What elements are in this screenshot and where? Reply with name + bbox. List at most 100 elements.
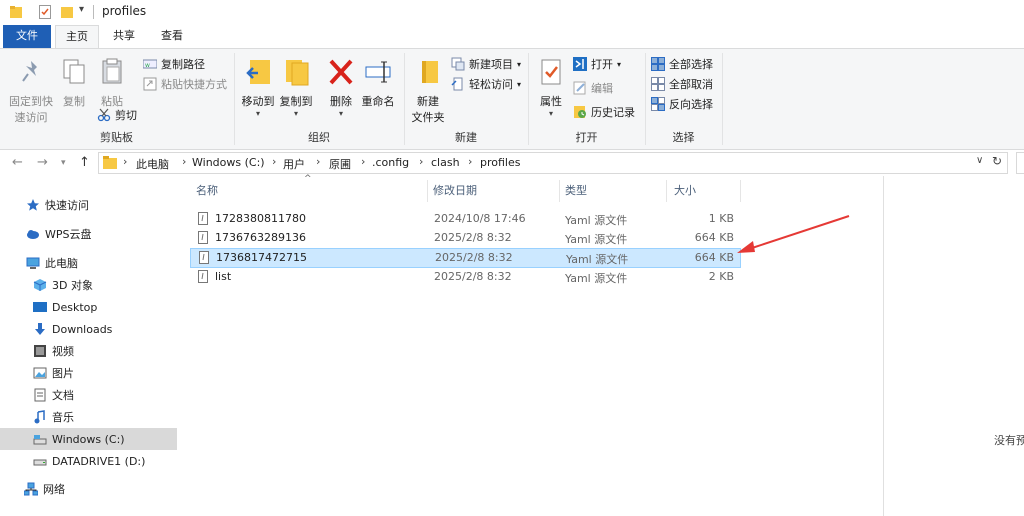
sidebar-item-windows-c[interactable]: Windows (C:) [0, 428, 177, 450]
copy-to-button[interactable]: 复制到 ▾ [278, 57, 314, 118]
select-all-icon [651, 57, 665, 71]
refresh-icon[interactable]: ↻ [992, 154, 1002, 168]
tab-share[interactable]: 共享 [103, 25, 145, 48]
open-group: 属性 ▾ 打开 ▾ 编辑 历史记录 打开 [529, 49, 644, 149]
sidebar-item-desktop[interactable]: Desktop [0, 296, 177, 318]
sidebar-item-this-pc[interactable]: 此电脑 [0, 252, 177, 274]
column-divider[interactable] [740, 180, 741, 202]
sidebar-item-quick-access[interactable]: 快速访问 [0, 194, 177, 216]
file-name: 1728380811780 [215, 212, 306, 225]
new-group-label: 新建 [455, 131, 477, 144]
address-bar[interactable]: › 此电脑 › Windows (C:) › 用户 › 原圃 › .config… [98, 152, 1008, 174]
window-title: profiles [102, 4, 147, 18]
history-icon [574, 106, 586, 118]
new-item-button[interactable]: 新建项目 ▾ [451, 55, 521, 73]
sidebar-item-downloads[interactable]: Downloads [0, 318, 177, 340]
breadcrumb-profiles[interactable]: profiles [480, 156, 520, 169]
select-none-icon [651, 77, 665, 91]
column-divider[interactable] [666, 180, 667, 202]
breadcrumb-windows-c[interactable]: Windows (C:) [192, 156, 265, 169]
history-button[interactable]: 历史记录 [573, 103, 635, 121]
breadcrumb-separator-icon[interactable]: › [182, 155, 186, 168]
new-group: 新建 文件夹 新建项目 ▾ 轻松访问 ▾ 新建 [405, 49, 527, 149]
tab-home[interactable]: 主页 [55, 25, 99, 49]
new-folder-button[interactable]: 新建 文件夹 [408, 57, 448, 125]
copy-button[interactable]: 复制 [60, 57, 88, 109]
easy-access-button[interactable]: 轻松访问 ▾ [451, 75, 521, 93]
file-type: Yaml 源文件 [565, 214, 628, 227]
breadcrumb-config[interactable]: .config [372, 156, 409, 169]
move-to-button[interactable]: 移动到 ▾ [240, 57, 276, 118]
new-folder-icon[interactable] [61, 5, 73, 19]
recent-dropdown-icon[interactable]: ▾ [61, 158, 66, 168]
file-icon [198, 270, 208, 283]
select-none-button[interactable]: 全部取消 [651, 75, 713, 93]
file-size: 664 KB [694, 231, 734, 244]
cut-button[interactable]: 剪切 [97, 106, 137, 124]
paste-button[interactable]: 粘贴 [96, 57, 128, 109]
back-arrow-icon[interactable]: ← [12, 155, 23, 170]
rename-button[interactable]: 重命名 [359, 57, 397, 109]
paste-shortcut-button[interactable]: 粘贴快捷方式 [143, 75, 227, 93]
file-date: 2025/2/8 8:32 [435, 251, 513, 264]
easy-access-icon [451, 77, 463, 91]
new-item-icon [451, 57, 465, 71]
column-header-date[interactable]: 修改日期 [433, 182, 477, 198]
properties-button[interactable]: 属性 ▾ [534, 57, 568, 118]
breadcrumb-separator-icon[interactable]: › [361, 155, 365, 168]
open-button[interactable]: 打开 ▾ [573, 55, 621, 73]
forward-arrow-icon[interactable]: → [37, 155, 48, 170]
quick-access-dropdown-icon[interactable]: ▾ [79, 4, 84, 15]
column-header-type[interactable]: 类型 [565, 182, 587, 198]
file-icon [198, 212, 208, 225]
file-row-selected[interactable]: 1736817472715 2025/2/8 8:32 Yaml 源文件 664… [190, 248, 741, 268]
column-header-name[interactable]: 名称 [196, 182, 218, 198]
network-icon [24, 482, 38, 496]
sidebar-item-documents[interactable]: 文档 [0, 384, 177, 406]
clipboard-icon [102, 58, 122, 84]
sidebar-item-videos[interactable]: 视频 [0, 340, 177, 362]
invert-selection-button[interactable]: 反向选择 [651, 95, 713, 113]
delete-button[interactable]: 删除 ▾ [326, 57, 356, 118]
column-divider[interactable] [427, 180, 428, 202]
breadcrumb-separator-icon[interactable]: › [468, 155, 472, 168]
properties-check-icon[interactable] [39, 5, 51, 19]
breadcrumb-separator-icon[interactable]: › [316, 155, 320, 168]
folder-icon [103, 156, 117, 169]
scissors-icon [97, 108, 111, 122]
pin-quick-access-button[interactable]: 固定到快 速访问 [6, 57, 56, 125]
select-all-button[interactable]: 全部选择 [651, 55, 713, 73]
organize-group-label: 组织 [308, 131, 330, 144]
breadcrumb-separator-icon[interactable]: › [419, 155, 423, 168]
svg-text:w: w [145, 62, 150, 69]
sidebar-item-wps-cloud[interactable]: WPS云盘 [0, 223, 177, 245]
file-row[interactable]: list 2025/2/8 8:32 Yaml 源文件 2 KB [191, 267, 741, 286]
breadcrumb-clash[interactable]: clash [431, 156, 460, 169]
breadcrumb-separator-icon[interactable]: › [123, 155, 127, 168]
title-bar: ▾ profiles [0, 0, 1024, 24]
breadcrumb-this-pc[interactable]: 此电脑 [136, 156, 169, 172]
copy-path-button[interactable]: w 复制路径 [143, 55, 205, 73]
tab-view[interactable]: 查看 [151, 25, 193, 48]
breadcrumb-separator-icon[interactable]: › [272, 155, 276, 168]
up-arrow-icon[interactable]: ↑ [79, 155, 90, 170]
file-row[interactable]: 1736763289136 2025/2/8 8:32 Yaml 源文件 664… [191, 228, 741, 247]
search-input[interactable] [1016, 152, 1024, 174]
tab-file[interactable]: 文件 [3, 25, 51, 48]
cube-icon [33, 279, 47, 291]
column-header-size[interactable]: 大小 [674, 182, 696, 198]
file-type: Yaml 源文件 [566, 253, 629, 266]
sidebar-item-network[interactable]: 网络 [0, 478, 177, 500]
sidebar-item-music[interactable]: 音乐 [0, 406, 177, 428]
edit-button[interactable]: 编辑 [573, 79, 613, 97]
column-divider[interactable] [559, 180, 560, 202]
sidebar-item-datadrive-d[interactable]: DATADRIVE1 (D:) [0, 450, 177, 472]
sidebar-item-3d-objects[interactable]: 3D 对象 [0, 274, 177, 296]
file-row[interactable]: 1728380811780 2024/10/8 17:46 Yaml 源文件 1… [191, 209, 741, 228]
breadcrumb-users[interactable]: 用户 [283, 156, 305, 172]
new-folder-icon [422, 61, 438, 83]
ribbon-tabs: 文件 主页 共享 查看 [0, 25, 1024, 49]
address-dropdown-icon[interactable]: ∨ [976, 155, 983, 166]
sidebar-item-pictures[interactable]: 图片 [0, 362, 177, 384]
breadcrumb-user[interactable]: 原圃 [329, 156, 351, 172]
